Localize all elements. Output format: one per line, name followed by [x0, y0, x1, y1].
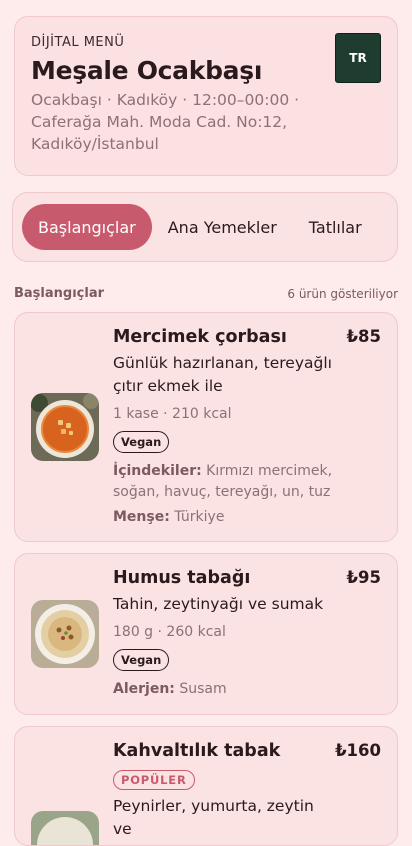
item-info: Mercimek çorbası Günlük hazırlanan, tere…	[113, 327, 333, 528]
section-title: Başlangıçlar	[14, 286, 105, 301]
menu-item-card[interactable]: Humus tabağı Tahin, zeytinyağı ve sumak …	[14, 553, 398, 715]
item-description: Peynirler, yumurta, zeytin ve	[113, 797, 314, 838]
item-name: Humus tabağı	[113, 568, 251, 588]
item-info: Kahvaltılık tabak POPÜLER Peynirler, yum…	[113, 741, 333, 841]
tab-baslangiclar[interactable]: Başlangıçlar	[22, 204, 152, 250]
item-description: Günlük hazırlanan, tereyağlı çıtır ekmek…	[113, 354, 332, 395]
allergen-label: Alerjen:	[113, 681, 175, 697]
vegan-badge: Vegan	[113, 649, 170, 671]
item-price: ₺95	[346, 568, 381, 587]
popular-badge: POPÜLER	[113, 770, 195, 790]
category-tabs: Başlangıçlar Ana Yemekler Tatlılar	[12, 192, 398, 262]
allergen-text: Susam	[179, 681, 227, 697]
restaurant-name: Meşale Ocakbaşı	[31, 56, 263, 85]
item-origin: Menşe: Türkiye	[113, 507, 333, 528]
item-ingredients: İçindekiler: Kırmızı mercimek, soğan, ha…	[113, 461, 333, 503]
item-price: ₺85	[346, 327, 381, 346]
tab-ana-yemekler[interactable]: Ana Yemekler	[152, 204, 293, 250]
header-kicker: DİJİTAL MENÜ	[31, 35, 125, 50]
section-header: Başlangıçlar 6 ürün gösteriliyor	[14, 286, 398, 301]
item-portion: 1 kase · 210 kcal	[113, 406, 232, 422]
menu-item-card[interactable]: Mercimek çorbası Günlük hazırlanan, tere…	[14, 312, 398, 542]
item-description: Tahin, zeytinyağı ve sumak	[113, 595, 324, 613]
item-photo	[31, 393, 99, 461]
menu-item-card[interactable]: Kahvaltılık tabak POPÜLER Peynirler, yum…	[14, 726, 398, 846]
item-name: Mercimek çorbası	[113, 327, 287, 347]
origin-label: Menşe:	[113, 509, 170, 525]
item-count: 6 ürün gösteriliyor	[287, 286, 398, 301]
item-name: Kahvaltılık tabak	[113, 741, 281, 761]
item-photo	[31, 600, 99, 668]
item-photo	[31, 811, 99, 845]
restaurant-header: DİJİTAL MENÜ Meşale Ocakbaşı Ocakbaşı · …	[14, 16, 398, 176]
item-info: Humus tabağı Tahin, zeytinyağı ve sumak …	[113, 568, 333, 700]
item-allergen: Alerjen: Susam	[113, 679, 333, 700]
language-button[interactable]: TR	[335, 33, 381, 83]
ingredients-label: İçindekiler:	[113, 463, 202, 479]
item-portion: 180 g · 260 kcal	[113, 624, 226, 640]
origin-text: Türkiye	[174, 509, 225, 525]
tab-tatlilar[interactable]: Tatlılar	[293, 204, 378, 250]
item-price: ₺160	[335, 741, 381, 760]
restaurant-details: Ocakbaşı · Kadıköy · 12:00–00:00 · Cafer…	[31, 91, 300, 153]
vegan-badge: Vegan	[113, 431, 170, 453]
